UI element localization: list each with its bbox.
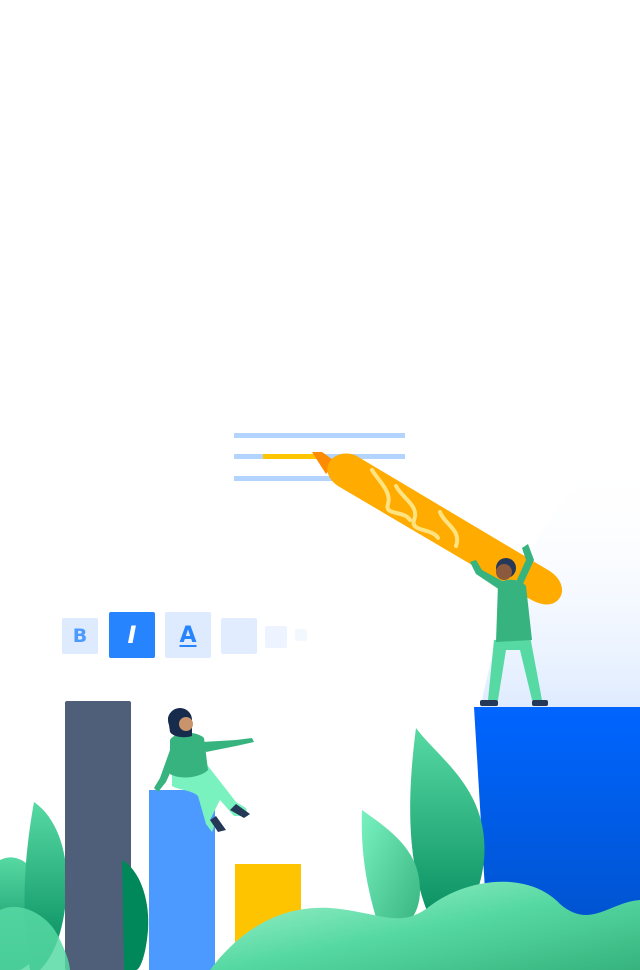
leaf-middle <box>122 860 149 970</box>
toolbar-placeholder-button <box>265 626 287 648</box>
underline-button[interactable]: A <box>165 612 211 658</box>
navy-bar <box>65 701 131 970</box>
toolbar-placeholder-button <box>221 618 257 654</box>
highlighter-pen-icon <box>312 452 563 605</box>
bold-button[interactable]: B <box>62 618 98 654</box>
underline-icon: A <box>179 622 197 648</box>
formatting-toolbar: B I A <box>62 612 322 658</box>
illustration-scene <box>0 433 640 970</box>
toolbar-placeholder-button <box>295 629 307 641</box>
bold-icon: B <box>72 625 88 647</box>
italic-icon: I <box>127 621 137 649</box>
italic-button[interactable]: I <box>109 612 155 658</box>
